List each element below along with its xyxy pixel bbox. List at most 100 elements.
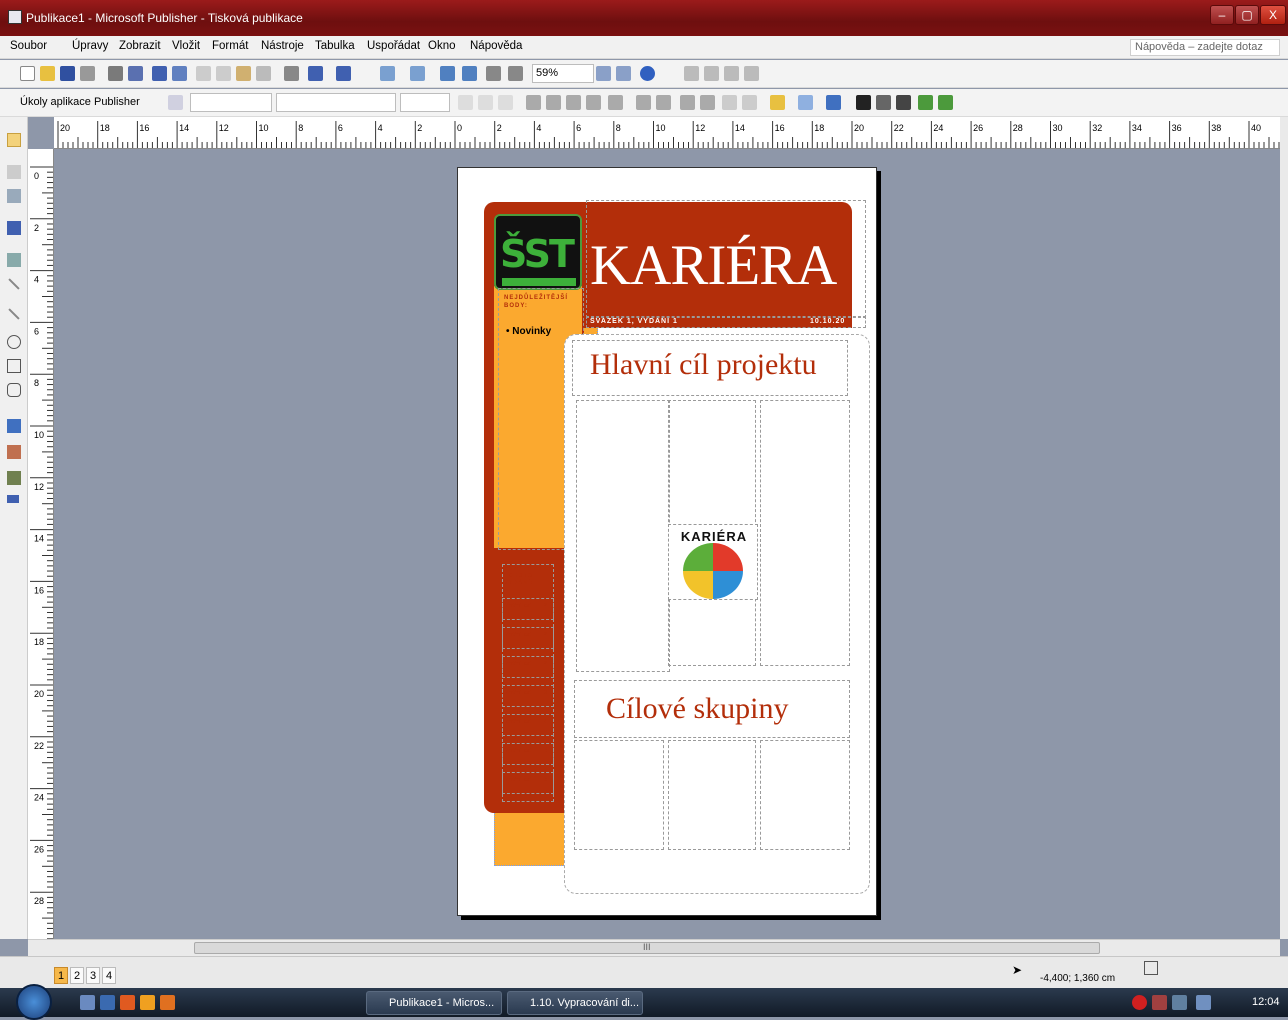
form-control-icon[interactable]	[7, 445, 21, 459]
increase-indent-icon[interactable]	[700, 95, 715, 110]
quicklaunch-app3-icon[interactable]	[160, 995, 175, 1010]
column5-frame[interactable]	[668, 740, 756, 850]
school-logo[interactable]: ŠST	[494, 214, 582, 290]
format-painter-icon[interactable]	[256, 66, 271, 81]
3d-style-icon[interactable]	[938, 95, 953, 110]
inside-entry[interactable]: Vnitřní text 2	[502, 627, 554, 649]
save-icon[interactable]	[60, 66, 75, 81]
tray-antivirus-icon[interactable]	[1132, 995, 1147, 1010]
horizontal-ruler[interactable]: 20 18 16 14 12 10 8 6 4 2 0 2 4 6 8 10 12 14 16 18 20 22 24 26 2…	[54, 117, 1280, 149]
line-color-icon[interactable]	[798, 95, 813, 110]
inside-entry[interactable]: Vnitřní text 3	[502, 685, 554, 707]
open-folder-icon[interactable]	[40, 66, 55, 81]
tray-volume-icon[interactable]	[1196, 995, 1211, 1010]
fill-color-icon[interactable]	[770, 95, 785, 110]
page-tab-1[interactable]: 1	[54, 967, 68, 984]
minimize-button[interactable]: –	[1210, 5, 1234, 25]
decrease-indent-icon[interactable]	[680, 95, 695, 110]
autoshapes-icon[interactable]	[7, 383, 21, 397]
align-center-icon[interactable]	[546, 95, 561, 110]
puzzle-logo[interactable]: KARIÉRA	[668, 524, 758, 600]
spelling-icon[interactable]	[152, 66, 167, 81]
inside-entry[interactable]: Vnitřní text 2	[502, 598, 554, 620]
oval-icon[interactable]	[7, 335, 21, 349]
publication-page[interactable]: ŠST KARIÉRA SVAZEK 1, VYDÁNÍ 1 10.10.20 …	[457, 167, 877, 916]
grow-font-icon[interactable]	[742, 95, 757, 110]
font-select[interactable]	[276, 93, 396, 112]
dash-style-icon[interactable]	[876, 95, 891, 110]
horizontal-scrollbar[interactable]: III	[28, 939, 1280, 956]
tray-icon[interactable]	[1152, 995, 1167, 1010]
font-size-select[interactable]	[400, 93, 450, 112]
new-document-icon[interactable]	[20, 66, 35, 81]
rectangle-icon[interactable]	[7, 359, 21, 373]
justify-icon[interactable]	[586, 95, 601, 110]
vertical-scrollbar[interactable]	[1280, 117, 1288, 939]
hyperlink-icon[interactable]	[462, 66, 477, 81]
column4-frame[interactable]	[574, 740, 664, 850]
menu-soubor[interactable]: Soubor	[10, 40, 47, 52]
menu-okno[interactable]: Okno	[428, 40, 456, 52]
style-select[interactable]	[190, 93, 272, 112]
rotate-icon[interactable]	[410, 66, 425, 81]
design-gallery-icon[interactable]	[7, 471, 21, 485]
inside-entry[interactable]: Vnitřní text 6	[502, 772, 554, 794]
quicklaunch-app2-icon[interactable]	[140, 995, 155, 1010]
inside-entry[interactable]: Vnitřní text 2	[502, 656, 554, 678]
page-tab-2[interactable]: 2	[70, 967, 84, 984]
pilcrow-icon[interactable]	[508, 66, 523, 81]
zoom-select[interactable]: 59%	[532, 64, 594, 83]
arrow-icon[interactable]	[8, 308, 20, 320]
font-color-icon[interactable]	[826, 95, 841, 110]
taskbar-item-publisher[interactable]: Publikace1 - Micros...	[366, 991, 502, 1015]
hot-spot-icon[interactable]	[7, 419, 21, 433]
publisher-tasks-button[interactable]: Úkoly aplikace Publisher	[20, 96, 140, 108]
underline-icon[interactable]	[498, 95, 513, 110]
more-tools-icon[interactable]	[7, 495, 19, 503]
page-tab-3[interactable]: 3	[86, 967, 100, 984]
show-desktop-icon[interactable]	[80, 995, 95, 1010]
bring-forward-icon[interactable]	[380, 66, 395, 81]
copy-icon[interactable]	[216, 66, 231, 81]
quicklaunch-app-icon[interactable]	[120, 995, 135, 1010]
table-icon[interactable]	[7, 189, 21, 203]
inside-entry[interactable]: Vnitřní text 5	[502, 743, 554, 765]
zoom-out-icon[interactable]	[596, 66, 611, 81]
redo-icon[interactable]	[336, 66, 351, 81]
publisher-app-icon[interactable]	[8, 10, 22, 24]
undo-icon[interactable]	[308, 66, 323, 81]
select-pointer-icon[interactable]	[7, 133, 21, 147]
quicklaunch-icon[interactable]	[100, 995, 115, 1010]
styles-icon[interactable]	[168, 95, 183, 110]
frame2-icon[interactable]	[744, 66, 759, 81]
italic-icon[interactable]	[478, 95, 493, 110]
paste-icon[interactable]	[236, 66, 251, 81]
research-icon[interactable]	[172, 66, 187, 81]
horizontal-scroll-thumb[interactable]: III	[194, 942, 1100, 954]
align-right-icon[interactable]	[566, 95, 581, 110]
vertical-ruler[interactable]: 024681012141618202224262830	[28, 149, 54, 939]
brush-icon[interactable]	[284, 66, 299, 81]
align-left-icon[interactable]	[526, 95, 541, 110]
zoom-in-icon[interactable]	[616, 66, 631, 81]
inside-entry[interactable]: Vnitřní text 4	[502, 714, 554, 736]
text-box-icon[interactable]	[7, 165, 21, 179]
maximize-button[interactable]: ▢	[1235, 5, 1259, 25]
unlink-icon[interactable]	[704, 66, 719, 81]
wordart-icon[interactable]	[7, 221, 21, 235]
close-button[interactable]: X	[1260, 5, 1286, 25]
column3-frame[interactable]	[760, 400, 850, 666]
menu-tabulka[interactable]: Tabulka	[315, 40, 355, 52]
menu-upravy[interactable]: Úpravy	[72, 40, 108, 52]
help-search-input[interactable]: Nápověda – zadejte dotaz	[1130, 39, 1280, 56]
print-preview-icon[interactable]	[108, 66, 123, 81]
line-spacing-icon[interactable]	[608, 95, 623, 110]
numbering-icon[interactable]	[636, 95, 651, 110]
link-icon[interactable]	[684, 66, 699, 81]
cut-icon[interactable]	[196, 66, 211, 81]
picture-frame-icon[interactable]	[7, 253, 21, 267]
column6-frame[interactable]	[760, 740, 850, 850]
shadow-style-icon[interactable]	[918, 95, 933, 110]
line-icon[interactable]	[8, 278, 20, 290]
menu-nastroje[interactable]: Nástroje	[261, 40, 304, 52]
